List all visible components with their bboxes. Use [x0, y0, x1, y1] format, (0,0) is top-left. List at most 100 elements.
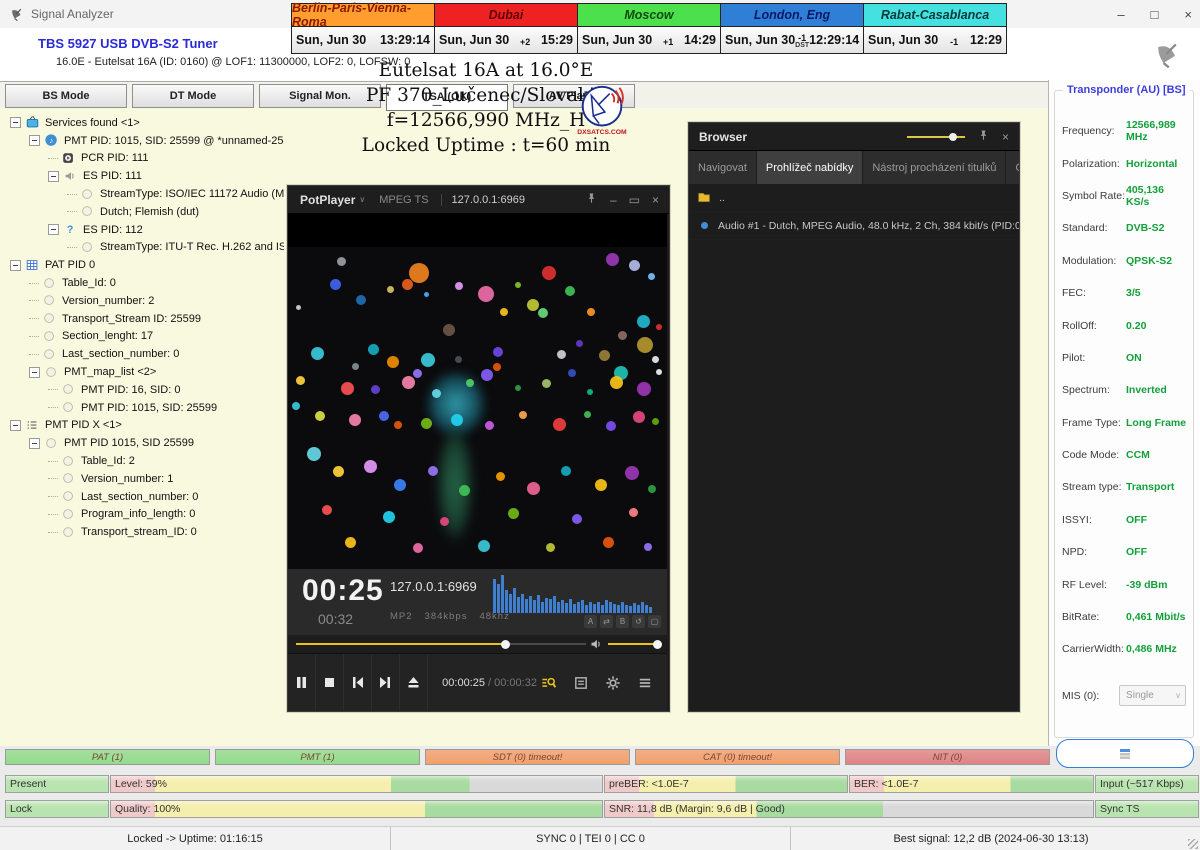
- tree-item[interactable]: Last_section_number: 0: [8, 488, 284, 506]
- maximize-button[interactable]: □: [1151, 7, 1159, 22]
- tree-item[interactable]: StreamType: ITU-T Rec. H.262 and ISO/IEC…: [8, 239, 284, 257]
- search-button[interactable]: [537, 671, 561, 695]
- psi-status-bars: PAT (1)PMT (1)SDT (0) timeout!CAT (0) ti…: [5, 749, 1050, 765]
- collapse-icon[interactable]: [29, 438, 40, 449]
- mis-select[interactable]: Single∨: [1119, 685, 1186, 706]
- minimize-button[interactable]: –: [1117, 7, 1124, 22]
- tree-item[interactable]: Services found <1>: [8, 114, 284, 132]
- volume-knob[interactable]: [653, 640, 662, 649]
- tree-item[interactable]: PCR PID: 111: [8, 150, 284, 168]
- tree-item[interactable]: Table_Id: 0: [8, 274, 284, 292]
- tree-item[interactable]: ♪PMT PID: 1015, SID: 25599 @ *unnamed-25…: [8, 132, 284, 150]
- tree-item[interactable]: Last_section_number: 0: [8, 345, 284, 363]
- opacity-slider[interactable]: [907, 136, 965, 138]
- tree-item[interactable]: PAT PID 0: [8, 256, 284, 274]
- browser-titlebar[interactable]: Browser ×: [689, 123, 1019, 151]
- gear-button[interactable]: [601, 671, 625, 695]
- tree-item[interactable]: Program_info_length: 0: [8, 506, 284, 524]
- close-button[interactable]: ×: [1002, 130, 1009, 144]
- seek-knob[interactable]: [501, 640, 510, 649]
- potplayer-titlebar[interactable]: PotPlayer ∨ MPEG TS 127.0.0.1:6969 – ▭ ×: [288, 186, 669, 214]
- browser-tab[interactable]: Navigovat: [689, 151, 757, 184]
- pause-button[interactable]: [288, 654, 316, 711]
- param-value: -39 dBm: [1126, 579, 1167, 591]
- param-label: Modulation:: [1062, 255, 1126, 267]
- tree-item[interactable]: Transport_Stream ID: 25599: [8, 310, 284, 328]
- tree-item[interactable]: PMT PID: 16, SID: 0: [8, 381, 284, 399]
- browser-tab[interactable]: Online: [1006, 151, 1019, 184]
- collapse-icon[interactable]: [10, 260, 21, 271]
- tree-item[interactable]: Table_Id: 2: [8, 452, 284, 470]
- param-value: Long Frame: [1126, 417, 1186, 429]
- close-button[interactable]: ×: [652, 193, 659, 207]
- video-dot: [542, 266, 556, 280]
- seek-row: [288, 635, 667, 653]
- resize-grip[interactable]: [1188, 839, 1198, 849]
- tree-item[interactable]: ES PID: 111: [8, 167, 284, 185]
- collapse-icon[interactable]: [48, 171, 59, 182]
- ts-list-button[interactable]: [1056, 739, 1194, 768]
- playlist-button[interactable]: [569, 671, 593, 695]
- tab-dt-mode[interactable]: DT Mode: [132, 84, 254, 108]
- video-dot: [629, 508, 638, 517]
- seek-bar[interactable]: [296, 643, 586, 645]
- note-icon: ♪: [44, 133, 59, 148]
- tree-item[interactable]: Dutch; Flemish (dut): [8, 203, 284, 221]
- video-dot: [424, 292, 429, 297]
- browser-window: Browser × NavigovatProhlížeč nabídkyNást…: [688, 122, 1020, 712]
- restore-button[interactable]: ▭: [629, 193, 640, 207]
- mini-button[interactable]: B: [616, 615, 629, 628]
- collapse-icon[interactable]: [10, 420, 21, 431]
- mini-button[interactable]: A: [584, 615, 597, 628]
- tree-item[interactable]: PMT PID: 1015, SID: 25599: [8, 399, 284, 417]
- video-dot: [455, 356, 462, 363]
- tree-item[interactable]: PMT_map_list <2>: [8, 363, 284, 381]
- close-button[interactable]: ×: [1184, 7, 1192, 22]
- list-stack-icon: [1117, 746, 1133, 762]
- next-button[interactable]: [372, 654, 400, 711]
- menu-button[interactable]: [633, 671, 657, 695]
- video-dot: [311, 347, 324, 360]
- mini-button[interactable]: ↺: [632, 615, 645, 628]
- video-area[interactable]: [288, 213, 667, 569]
- world-clocks: Berlin-Paris-Vienna-RomaSun, Jun 3013:29…: [291, 3, 1007, 54]
- mini-button[interactable]: ▢: [648, 615, 661, 628]
- dot-icon: [80, 240, 95, 255]
- tree-item[interactable]: StreamType: ISO/IEC 11172 Audio (MPEG-1)…: [8, 185, 284, 203]
- player-info-panel: 00:25 00:32 127.0.0.1:6969 MP2384kbps48k…: [288, 569, 667, 635]
- potplayer-menu[interactable]: PotPlayer: [300, 193, 355, 207]
- tree-item[interactable]: Transport_stream_ID: 0: [8, 523, 284, 541]
- minimize-button[interactable]: –: [610, 193, 617, 207]
- collapse-icon[interactable]: [48, 224, 59, 235]
- collapse-icon[interactable]: [29, 135, 40, 146]
- collapse-icon[interactable]: [29, 367, 40, 378]
- eject-button[interactable]: [400, 654, 428, 711]
- video-dot: [557, 350, 566, 359]
- prev-button[interactable]: [344, 654, 372, 711]
- tree-item[interactable]: PMT PID X <1>: [8, 417, 284, 435]
- tree-item[interactable]: PMT PID 1015, SID 25599: [8, 434, 284, 452]
- collapse-icon[interactable]: [10, 117, 21, 128]
- param-label: Spectrum:: [1062, 384, 1126, 396]
- volume-bar[interactable]: [608, 643, 658, 645]
- tree-item[interactable]: ?ES PID: 112: [8, 221, 284, 239]
- mini-button[interactable]: ⇄: [600, 615, 613, 628]
- tree-item[interactable]: Section_lenght: 17: [8, 328, 284, 346]
- transponder-row: Code Mode:CCM: [1055, 439, 1193, 471]
- speaker-icon[interactable]: [590, 638, 603, 651]
- browser-item[interactable]: Audio #1 - Dutch, MPEG Audio, 48.0 kHz, …: [689, 212, 1019, 240]
- pin-icon[interactable]: [585, 192, 598, 208]
- tree-item-label: PAT PID 0: [45, 259, 95, 271]
- video-dot: [371, 385, 380, 394]
- video-dot: [394, 421, 402, 429]
- tree-connector: [67, 211, 77, 212]
- tab-bs-mode[interactable]: BS Mode: [5, 84, 127, 108]
- tree-item[interactable]: Version_number: 2: [8, 292, 284, 310]
- browser-tab[interactable]: Prohlížeč nabídky: [757, 151, 863, 184]
- pin-icon[interactable]: [977, 129, 990, 145]
- clock-time: Sun, Jun 3013:29:14: [292, 27, 434, 53]
- browser-tab[interactable]: Nástroj procházení titulků: [863, 151, 1006, 184]
- stop-button[interactable]: [316, 654, 344, 711]
- tree-item[interactable]: Version_number: 1: [8, 470, 284, 488]
- browser-item[interactable]: ..: [689, 184, 1019, 212]
